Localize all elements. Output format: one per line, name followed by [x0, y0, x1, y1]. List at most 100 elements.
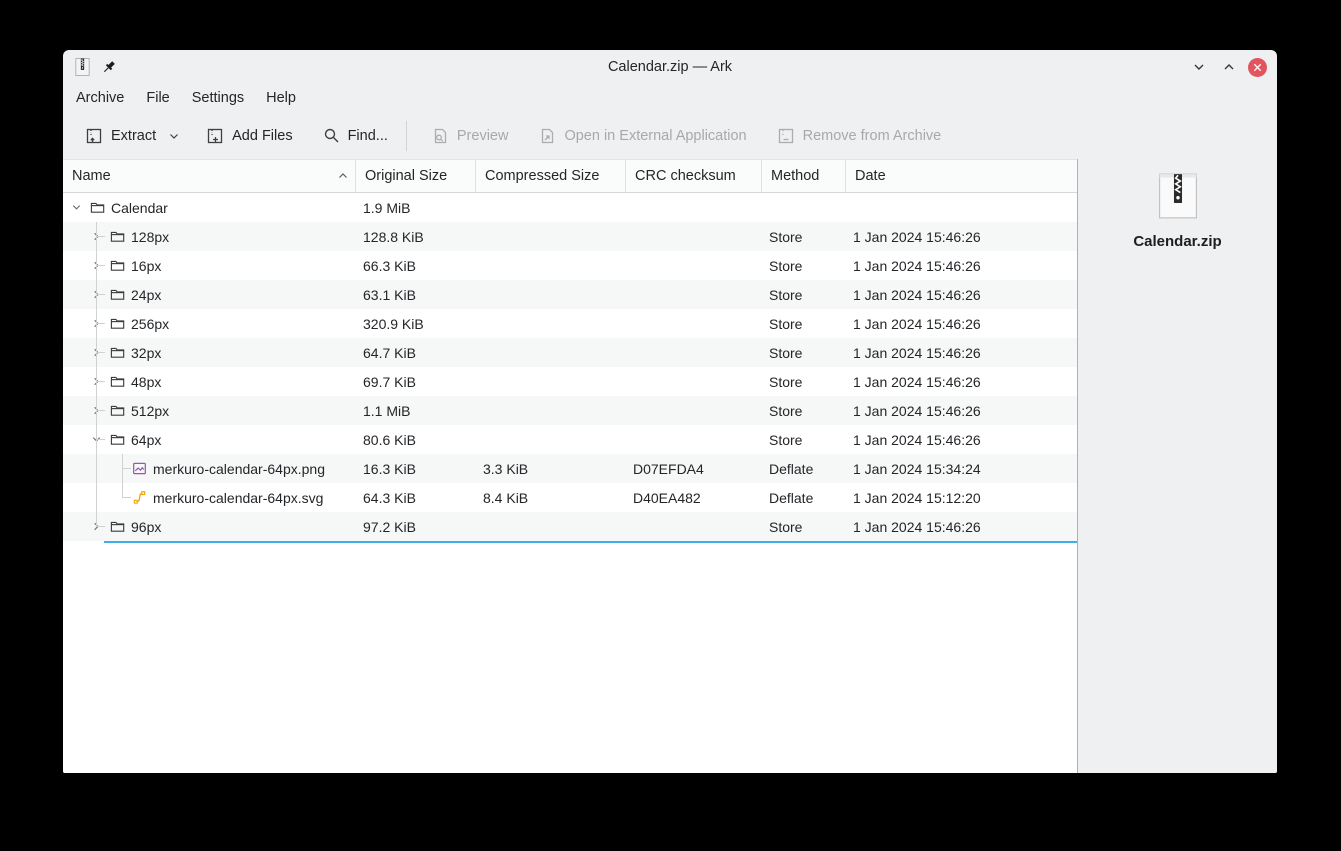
archive-folder-row[interactable]: 48px 69.7 KiB Store 1 Jan 2024 15:46:26: [63, 367, 1077, 396]
tree-branch-line: [97, 526, 105, 527]
entry-crc: [626, 222, 762, 251]
entry-original-size: 97.2 KiB: [363, 518, 416, 535]
entry-crc: [626, 309, 762, 338]
tree-branch-line: [122, 454, 123, 498]
png-image-icon: [131, 461, 147, 477]
folder-icon: [109, 316, 125, 332]
find-button[interactable]: Find...: [313, 119, 398, 152]
column-header-compressed-size[interactable]: Compressed Size: [476, 160, 626, 192]
toolbar-separator: [405, 120, 407, 151]
tree-branch-line: [97, 410, 105, 411]
entry-name: merkuro-calendar-64px.svg: [153, 489, 324, 506]
archive-folder-row[interactable]: 512px 1.1 MiB Store 1 Jan 2024 15:46:26: [63, 396, 1077, 425]
entry-crc: [626, 280, 762, 309]
maximize-button[interactable]: [1218, 56, 1240, 78]
entry-method: Store: [769, 286, 803, 303]
table-header: Name Original Size Compressed Size CRC c…: [63, 159, 1077, 193]
add-files-button[interactable]: Add Files: [196, 119, 302, 153]
zip-archive-icon[interactable]: [75, 58, 90, 76]
tree-branch-line: [97, 439, 105, 440]
archive-folder-row[interactable]: 16px 66.3 KiB Store 1 Jan 2024 15:46:26: [63, 251, 1077, 280]
preview-panel: Calendar.zip: [1077, 159, 1277, 773]
column-header-crc[interactable]: CRC checksum: [626, 160, 762, 192]
archive-tree-view: Name Original Size Compressed Size CRC c…: [63, 159, 1077, 773]
extract-icon: [85, 127, 103, 145]
archive-folder-row[interactable]: 24px 63.1 KiB Store 1 Jan 2024 15:46:26: [63, 280, 1077, 309]
expander-chevron-down-icon[interactable]: [69, 201, 83, 215]
preview-label: Preview: [456, 127, 509, 144]
tree-branch-line: [97, 265, 105, 266]
column-header-name[interactable]: Name: [63, 160, 356, 192]
archive-file-row[interactable]: merkuro-calendar-64px.svg 64.3 KiB 8.4 KiB…: [63, 483, 1077, 512]
entry-name: 96px: [131, 518, 162, 535]
entry-original-size: 16.3 KiB: [363, 460, 416, 477]
entry-name: 24px: [131, 286, 162, 303]
pin-icon[interactable]: [102, 60, 117, 75]
entry-method: Deflate: [769, 460, 814, 477]
extract-button[interactable]: Extract: [75, 119, 190, 153]
tree-branch-line: [97, 352, 105, 353]
entry-original-size: 80.6 KiB: [363, 431, 416, 448]
entry-name: 64px: [131, 431, 162, 448]
search-icon: [323, 127, 340, 144]
folder-icon: [109, 287, 125, 303]
menu-archive[interactable]: Archive: [65, 86, 135, 110]
entry-crc: [626, 367, 762, 396]
entry-crc: [626, 512, 762, 541]
archive-folder-row[interactable]: 128px 128.8 KiB Store 1 Jan 2024 15:46:26: [63, 222, 1077, 251]
menu-help[interactable]: Help: [255, 86, 307, 110]
entry-name: 48px: [131, 373, 162, 390]
archive-folder-row[interactable]: 64px 80.6 KiB Store 1 Jan 2024 15:46:26: [63, 425, 1077, 454]
archive-folder-row[interactable]: 32px 64.7 KiB Store 1 Jan 2024 15:46:26: [63, 338, 1077, 367]
entry-name: Calendar: [111, 199, 168, 216]
entry-original-size: 64.7 KiB: [363, 344, 416, 361]
entry-date: [846, 193, 1077, 222]
folder-icon: [109, 258, 125, 274]
entry-method: Store: [769, 431, 803, 448]
entry-date: 1 Jan 2024 15:46:26: [853, 402, 981, 419]
archive-folder-row[interactable]: Calendar 1.9 MiB: [63, 193, 1077, 222]
window-title: Calendar.zip — Ark: [607, 59, 733, 75]
entry-method: Store: [769, 402, 803, 419]
entry-crc: [626, 396, 762, 425]
column-header-method[interactable]: Method: [762, 160, 846, 192]
menu-settings[interactable]: Settings: [181, 86, 255, 110]
entry-name: 128px: [131, 228, 170, 245]
entry-name: 512px: [131, 402, 170, 419]
minimize-button[interactable]: [1188, 56, 1210, 78]
entry-compressed-size: [476, 251, 626, 280]
archive-folder-row[interactable]: 96px 97.2 KiB Store 1 Jan 2024 15:46:26: [63, 512, 1077, 541]
archive-folder-row[interactable]: 256px 320.9 KiB Store 1 Jan 2024 15:46:26: [63, 309, 1077, 338]
tree-branch-line: [97, 323, 105, 324]
archive-file-row[interactable]: merkuro-calendar-64px.png 16.3 KiB 3.3 KiB…: [63, 454, 1077, 483]
column-header-date[interactable]: Date: [846, 160, 1077, 192]
entry-date: 1 Jan 2024 15:12:20: [853, 489, 981, 506]
entry-date: 1 Jan 2024 15:46:26: [853, 431, 981, 448]
entry-compressed-size: [476, 309, 626, 338]
entry-date: 1 Jan 2024 15:46:26: [853, 373, 981, 390]
menu-file[interactable]: File: [135, 86, 180, 110]
remove-from-archive-icon: [777, 127, 795, 145]
titlebar[interactable]: Calendar.zip — Ark: [63, 50, 1277, 84]
entry-crc: [626, 193, 762, 222]
entry-date: 1 Jan 2024 15:46:26: [853, 228, 981, 245]
entry-compressed-size: [476, 222, 626, 251]
entry-original-size: 63.1 KiB: [363, 286, 416, 303]
open-external-button: Open in External Application: [528, 119, 756, 153]
entry-date: 1 Jan 2024 15:46:26: [853, 344, 981, 361]
entry-compressed-size: [476, 512, 626, 541]
entry-date: 1 Jan 2024 15:46:26: [853, 257, 981, 274]
column-header-original-size[interactable]: Original Size: [356, 160, 476, 192]
folder-icon: [89, 200, 105, 216]
tree-branch-line: [97, 381, 105, 382]
entry-name: 256px: [131, 315, 170, 332]
folder-icon: [109, 519, 125, 535]
entry-original-size: 66.3 KiB: [363, 257, 416, 274]
entry-compressed-size: [476, 367, 626, 396]
tree-branch-line: [123, 497, 131, 498]
folder-icon: [109, 229, 125, 245]
entry-compressed-size: [476, 193, 626, 222]
entry-method: Deflate: [769, 489, 814, 506]
close-button[interactable]: [1248, 57, 1267, 77]
preview-icon: [431, 127, 449, 145]
